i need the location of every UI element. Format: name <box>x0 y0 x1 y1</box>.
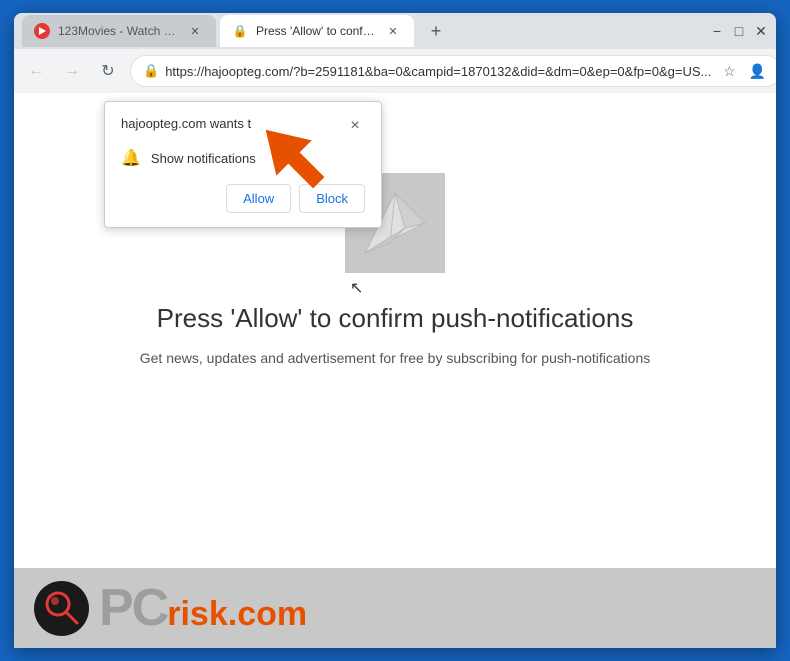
tab2-favicon: 🔒 <box>232 23 248 39</box>
popup-close-button[interactable]: × <box>345 116 365 136</box>
browser-window: 123Movies - Watch Free Movies... ✕ 🔒 Pre… <box>14 13 776 648</box>
window-controls: − □ ✕ <box>710 24 768 38</box>
bookmark-button[interactable]: ☆ <box>717 59 741 83</box>
address-bar[interactable]: 🔒 https://hajoopteg.com/?b=2591181&ba=0&… <box>130 55 776 87</box>
account-button[interactable]: 👤 <box>745 59 769 83</box>
address-icons: ☆ 👤 <box>717 59 769 83</box>
new-tab-button[interactable]: + <box>422 17 450 45</box>
tab-press-allow[interactable]: 🔒 Press 'Allow' to confirm push-no... ✕ <box>220 15 414 47</box>
bell-icon: 🔔 <box>121 148 141 168</box>
pcrisk-search-icon <box>34 581 89 636</box>
page-main-title: Press 'Allow' to confirm push-notificati… <box>157 303 634 334</box>
arrow-overlay <box>244 113 344 203</box>
tab-123movies[interactable]: 123Movies - Watch Free Movies... ✕ <box>22 15 216 47</box>
url-text: https://hajoopteg.com/?b=2591181&ba=0&ca… <box>165 64 711 79</box>
refresh-button[interactable]: ↻ <box>94 57 122 85</box>
cursor: ↖ <box>350 278 363 298</box>
page-subtitle: Get news, updates and advertisement for … <box>140 350 651 366</box>
pcrisk-domain-text: risk.com <box>167 595 307 634</box>
tab1-close[interactable]: ✕ <box>186 22 204 40</box>
tab2-close[interactable]: ✕ <box>384 22 402 40</box>
popup-title: hajoopteg.com wants t <box>121 116 251 131</box>
forward-button[interactable]: → <box>58 57 86 85</box>
toolbar: ← → ↻ 🔒 https://hajoopteg.com/?b=2591181… <box>14 49 776 93</box>
permission-text: Show notifications <box>151 151 256 166</box>
lock-icon: 🔒 <box>143 63 159 79</box>
tab1-label: 123Movies - Watch Free Movies... <box>58 24 178 38</box>
tab1-favicon <box>34 23 50 39</box>
pcrisk-text-container: PC risk.com <box>99 582 307 634</box>
tab2-label: Press 'Allow' to confirm push-no... <box>256 24 376 38</box>
page-content: hajoopteg.com wants t × 🔔 Show notificat… <box>14 93 776 648</box>
minimize-button[interactable]: − <box>710 24 724 38</box>
pcrisk-logo-bar: PC risk.com <box>14 568 776 648</box>
play-icon <box>39 27 46 35</box>
pcrisk-brand-text: PC <box>99 582 167 634</box>
title-bar: 123Movies - Watch Free Movies... ✕ 🔒 Pre… <box>14 13 776 49</box>
back-button[interactable]: ← <box>22 57 50 85</box>
maximize-button[interactable]: □ <box>732 24 746 38</box>
close-button[interactable]: ✕ <box>754 24 768 38</box>
